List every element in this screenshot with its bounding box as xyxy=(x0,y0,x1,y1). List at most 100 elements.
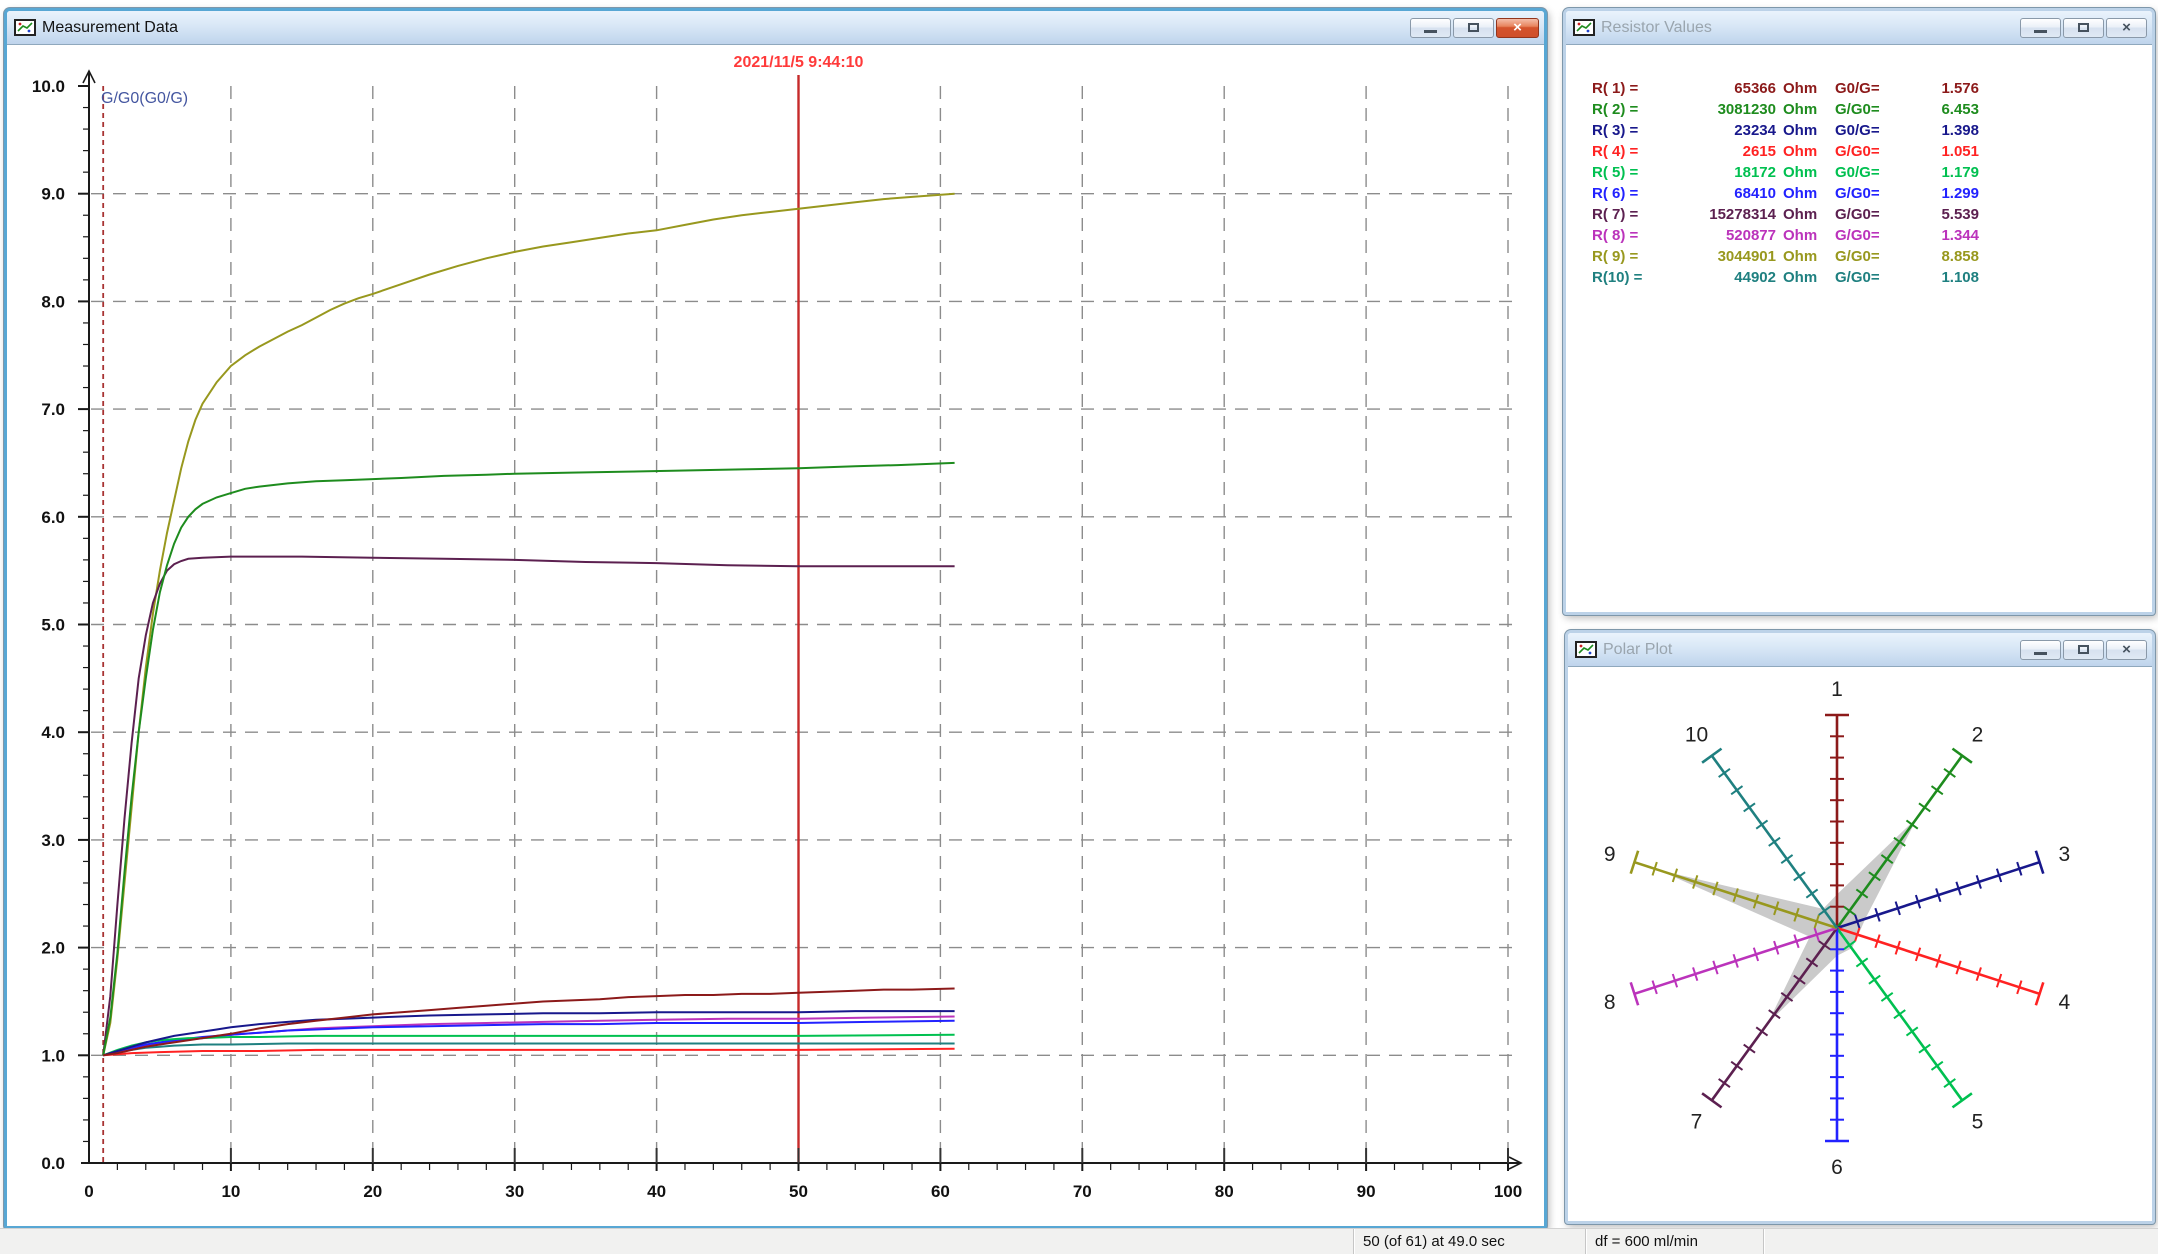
polar-axis-label: 10 xyxy=(1685,724,1708,747)
measurement-chart-svg: 2021/11/5 9:44:1001020304050607080901000… xyxy=(7,45,1544,1226)
resistor-ratio-label: G/G0= xyxy=(1835,183,1897,204)
resistor-ratio-label: G/G0= xyxy=(1835,267,1897,288)
polar-tick xyxy=(1794,872,1805,880)
titlebar[interactable]: Measurement Data × xyxy=(7,11,1544,44)
polar-axis-label: 2 xyxy=(1972,724,1984,747)
resistor-row: R(10) =44902OhmG/G0=1.108 xyxy=(1592,267,2152,288)
resistor-ratio-label: G0/G= xyxy=(1835,162,1897,183)
resistor-label: R( 9) = xyxy=(1592,246,1658,267)
close-icon: × xyxy=(2122,642,2131,657)
polar-tick xyxy=(1856,958,1867,966)
resistor-ohm-value: 23234 xyxy=(1658,120,1776,141)
y-axis-title: G/G0(G0/G) xyxy=(101,90,188,107)
resistor-ohm-value: 15278314 xyxy=(1658,204,1776,225)
minimize-button[interactable] xyxy=(1410,18,1451,38)
y-tick-label: 4.0 xyxy=(41,723,65,742)
resistor-values-panel: R( 1) =65366OhmG0/G=1.576R( 2) =3081230O… xyxy=(1566,44,2152,612)
resistor-label: R( 6) = xyxy=(1592,183,1658,204)
maximize-button[interactable] xyxy=(2063,640,2104,660)
measurement-data-window: Measurement Data × 2021/11/5 9:44:100102… xyxy=(4,8,1547,1229)
polar-tick xyxy=(1919,1045,1930,1053)
polar-tick xyxy=(1894,1010,1905,1018)
resistor-label: R( 2) = xyxy=(1592,99,1658,120)
resistor-ratio-label: G/G0= xyxy=(1835,225,1897,246)
y-tick-label: 9.0 xyxy=(41,185,65,204)
maximize-icon xyxy=(2078,645,2089,654)
resistor-ohm-value: 44902 xyxy=(1658,267,1776,288)
minimize-icon xyxy=(2034,30,2047,33)
close-button[interactable]: × xyxy=(2106,640,2147,660)
titlebar[interactable]: Resistor Values × xyxy=(1566,11,2152,44)
window-title: Measurement Data xyxy=(42,19,1408,37)
x-tick-label: 50 xyxy=(789,1182,808,1201)
close-icon: × xyxy=(2122,20,2131,35)
x-tick-label: 20 xyxy=(363,1182,382,1201)
polar-axis-label: 5 xyxy=(1972,1110,1984,1133)
resistor-label: R( 7) = xyxy=(1592,204,1658,225)
polar-tick xyxy=(1931,1062,1942,1070)
resistor-label: R( 1) = xyxy=(1592,78,1658,99)
polar-tick xyxy=(1869,976,1880,984)
resistor-row: R( 3) =23234OhmG0/G=1.398 xyxy=(1592,120,2152,141)
titlebar[interactable]: Polar Plot × xyxy=(1568,633,2152,666)
y-tick-label: 8.0 xyxy=(41,292,65,311)
resistor-ratio-label: G/G0= xyxy=(1835,99,1897,120)
resistor-ohm-value: 65366 xyxy=(1658,78,1776,99)
resistor-ratio-label: G/G0= xyxy=(1835,141,1897,162)
polar-axis-label: 8 xyxy=(1604,991,1616,1014)
minimize-icon xyxy=(1424,30,1437,33)
y-tick-label: 6.0 xyxy=(41,508,65,527)
resistor-unit: Ohm xyxy=(1783,141,1827,162)
polar-tick xyxy=(1806,889,1817,897)
resistor-ratio-label: G0/G= xyxy=(1835,120,1897,141)
minimize-button[interactable] xyxy=(2020,18,2061,38)
maximize-icon xyxy=(2078,23,2089,32)
resistor-unit: Ohm xyxy=(1783,267,1827,288)
status-cell-progress: 50 (of 61) at 49.0 sec xyxy=(1353,1229,1585,1254)
polar-plot-window: Polar Plot × 12345678910 xyxy=(1565,630,2155,1224)
window-title: Resistor Values xyxy=(1601,19,2018,37)
polar-tick xyxy=(1719,1079,1730,1087)
polar-plot-svg: 12345678910 xyxy=(1568,667,2152,1221)
polar-axis-label: 7 xyxy=(1691,1110,1703,1133)
polar-axis-label: 9 xyxy=(1604,843,1616,866)
polar-tick xyxy=(1944,1079,1955,1087)
x-tick-label: 10 xyxy=(221,1182,240,1201)
resistor-ohm-value: 520877 xyxy=(1658,225,1776,246)
resistor-ohm-value: 68410 xyxy=(1658,183,1776,204)
resistor-label: R( 5) = xyxy=(1592,162,1658,183)
polar-axis-label: 1 xyxy=(1831,678,1843,701)
close-button[interactable]: × xyxy=(1496,18,1539,38)
resistor-unit: Ohm xyxy=(1783,204,1827,225)
polar-tick xyxy=(1881,993,1892,1001)
minimize-button[interactable] xyxy=(2020,640,2061,660)
mini-chart-icon xyxy=(14,19,36,37)
resistor-row: R( 1) =65366OhmG0/G=1.576 xyxy=(1592,78,2152,99)
polar-tick xyxy=(1931,786,1942,794)
window-title: Polar Plot xyxy=(1603,641,2018,659)
series-line-R7 xyxy=(103,557,954,1056)
resistor-ratio-value: 1.344 xyxy=(1897,225,1979,246)
x-tick-label: 40 xyxy=(647,1182,666,1201)
maximize-button[interactable] xyxy=(1453,18,1494,38)
mini-chart-icon xyxy=(1575,641,1597,659)
polar-tick xyxy=(1744,803,1755,811)
close-button[interactable]: × xyxy=(2106,18,2147,38)
resistor-label: R( 8) = xyxy=(1592,225,1658,246)
polar-axis-cap xyxy=(1702,1093,1721,1107)
resistor-ratio-value: 6.453 xyxy=(1897,99,1979,120)
resistor-row: R( 8) =520877 Ohm G/G0=1.344 xyxy=(1592,225,2152,246)
maximize-button[interactable] xyxy=(2063,18,2104,38)
resistor-row: R( 5) =18172OhmG0/G=1.179 xyxy=(1592,162,2152,183)
polar-tick xyxy=(1731,1062,1742,1070)
resistor-ratio-value: 1.576 xyxy=(1897,78,1979,99)
x-tick-label: 0 xyxy=(84,1182,93,1201)
y-tick-label: 7.0 xyxy=(41,400,65,419)
status-bar: 50 (of 61) at 49.0 sec df = 600 ml/min xyxy=(0,1228,2158,1254)
resistor-unit: Ohm xyxy=(1783,225,1827,246)
resistor-values-window: Resistor Values × R( 1) =65366OhmG0/G=1.… xyxy=(1563,8,2155,615)
resistor-row: R( 9) =3044901OhmG/G0=8.858 xyxy=(1592,246,2152,267)
resistor-unit: Ohm xyxy=(1783,246,1827,267)
y-tick-label: 5.0 xyxy=(41,616,65,635)
resistor-ratio-value: 1.398 xyxy=(1897,120,1979,141)
